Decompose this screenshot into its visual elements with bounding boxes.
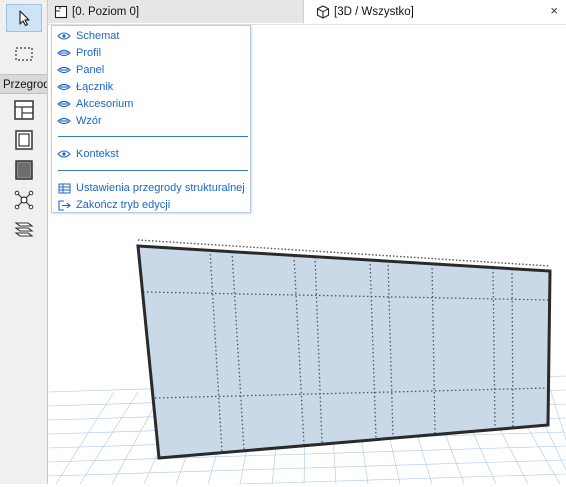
- frame-tool-button[interactable]: [6, 126, 42, 154]
- curtain-wall-junction-icon: [14, 190, 34, 210]
- menu-item-kontekst[interactable]: Kontekst: [57, 146, 119, 162]
- menu-item-label: Akcesorium: [76, 98, 134, 110]
- menu-item-label: Profil: [76, 47, 102, 59]
- tab-3d-view-label: [3D / Wszystko]: [334, 5, 414, 18]
- menu-item-settings[interactable]: Ustawienia przegrody strukturalnej: [57, 180, 245, 196]
- menu-item-label: Łącznik: [76, 81, 114, 93]
- eye-closed-icon: [57, 100, 71, 108]
- curtain-wall-scheme-icon: [14, 100, 34, 120]
- menu-item-panel[interactable]: Panel: [57, 62, 104, 78]
- menu-item-label: Ustawienia przegrody strukturalnej: [76, 182, 245, 194]
- curtain-wall-panel-icon: [15, 160, 33, 180]
- close-tab-button[interactable]: ×: [550, 4, 558, 18]
- menu-separator: [58, 170, 248, 171]
- menu-item-lacznik[interactable]: Łącznik: [57, 79, 113, 95]
- toolbox-section-label: Przegroda: [0, 74, 47, 94]
- tab-3d-view[interactable]: [3D / Wszystko]: [310, 0, 566, 23]
- arrow-pointer-icon: [19, 10, 30, 27]
- eye-icon: [57, 32, 71, 40]
- schematic-tool-button[interactable]: [6, 96, 42, 124]
- eye-icon: [57, 150, 71, 158]
- menu-item-label: Panel: [76, 64, 105, 76]
- tab-floor-plan[interactable]: [0. Poziom 0]: [48, 0, 304, 23]
- view-tab-bar: [0. Poziom 0] [3D / Wszystko] ×: [48, 0, 566, 25]
- menu-item-label: Schemat: [76, 30, 120, 42]
- menu-separator: [58, 136, 248, 137]
- marquee-tool-button[interactable]: [6, 40, 42, 68]
- menu-item-label: Kontekst: [76, 148, 119, 160]
- menu-item-label: Zakończ tryb edycji: [76, 199, 171, 211]
- cube-3d-icon: [316, 4, 330, 19]
- menu-item-wzor[interactable]: Wzór: [57, 113, 102, 129]
- edit-mode-menu: Schemat Profil Panel Łącznik Akcesorium …: [51, 25, 251, 213]
- marquee-icon: [15, 47, 33, 61]
- curtain-wall-frame-icon: [15, 130, 33, 150]
- eye-closed-icon: [57, 49, 71, 57]
- menu-item-akcesorium[interactable]: Akcesorium: [57, 96, 133, 112]
- eye-closed-icon: [57, 83, 71, 91]
- eye-closed-icon: [57, 117, 71, 125]
- exit-icon: [57, 199, 71, 211]
- floor-plan-icon: [54, 5, 68, 18]
- panel-tool-button[interactable]: [6, 156, 42, 184]
- menu-item-profil[interactable]: Profil: [57, 45, 101, 61]
- accessory-tool-button[interactable]: [6, 214, 42, 242]
- curtain-wall-panel: [138, 246, 550, 458]
- toolbox: Przegroda: [0, 0, 48, 484]
- eye-closed-icon: [57, 66, 71, 74]
- menu-item-label: Wzór: [76, 115, 102, 127]
- menu-item-schemat[interactable]: Schemat: [57, 28, 119, 44]
- settings-grid-icon: [58, 183, 70, 193]
- curtain-wall-accessory-icon: [14, 222, 34, 237]
- tab-floor-plan-label: [0. Poziom 0]: [72, 5, 140, 18]
- arrow-tool-button[interactable]: [6, 4, 42, 32]
- menu-item-exit-edit-mode[interactable]: Zakończ tryb edycji: [57, 197, 170, 213]
- junction-tool-button[interactable]: [6, 186, 42, 214]
